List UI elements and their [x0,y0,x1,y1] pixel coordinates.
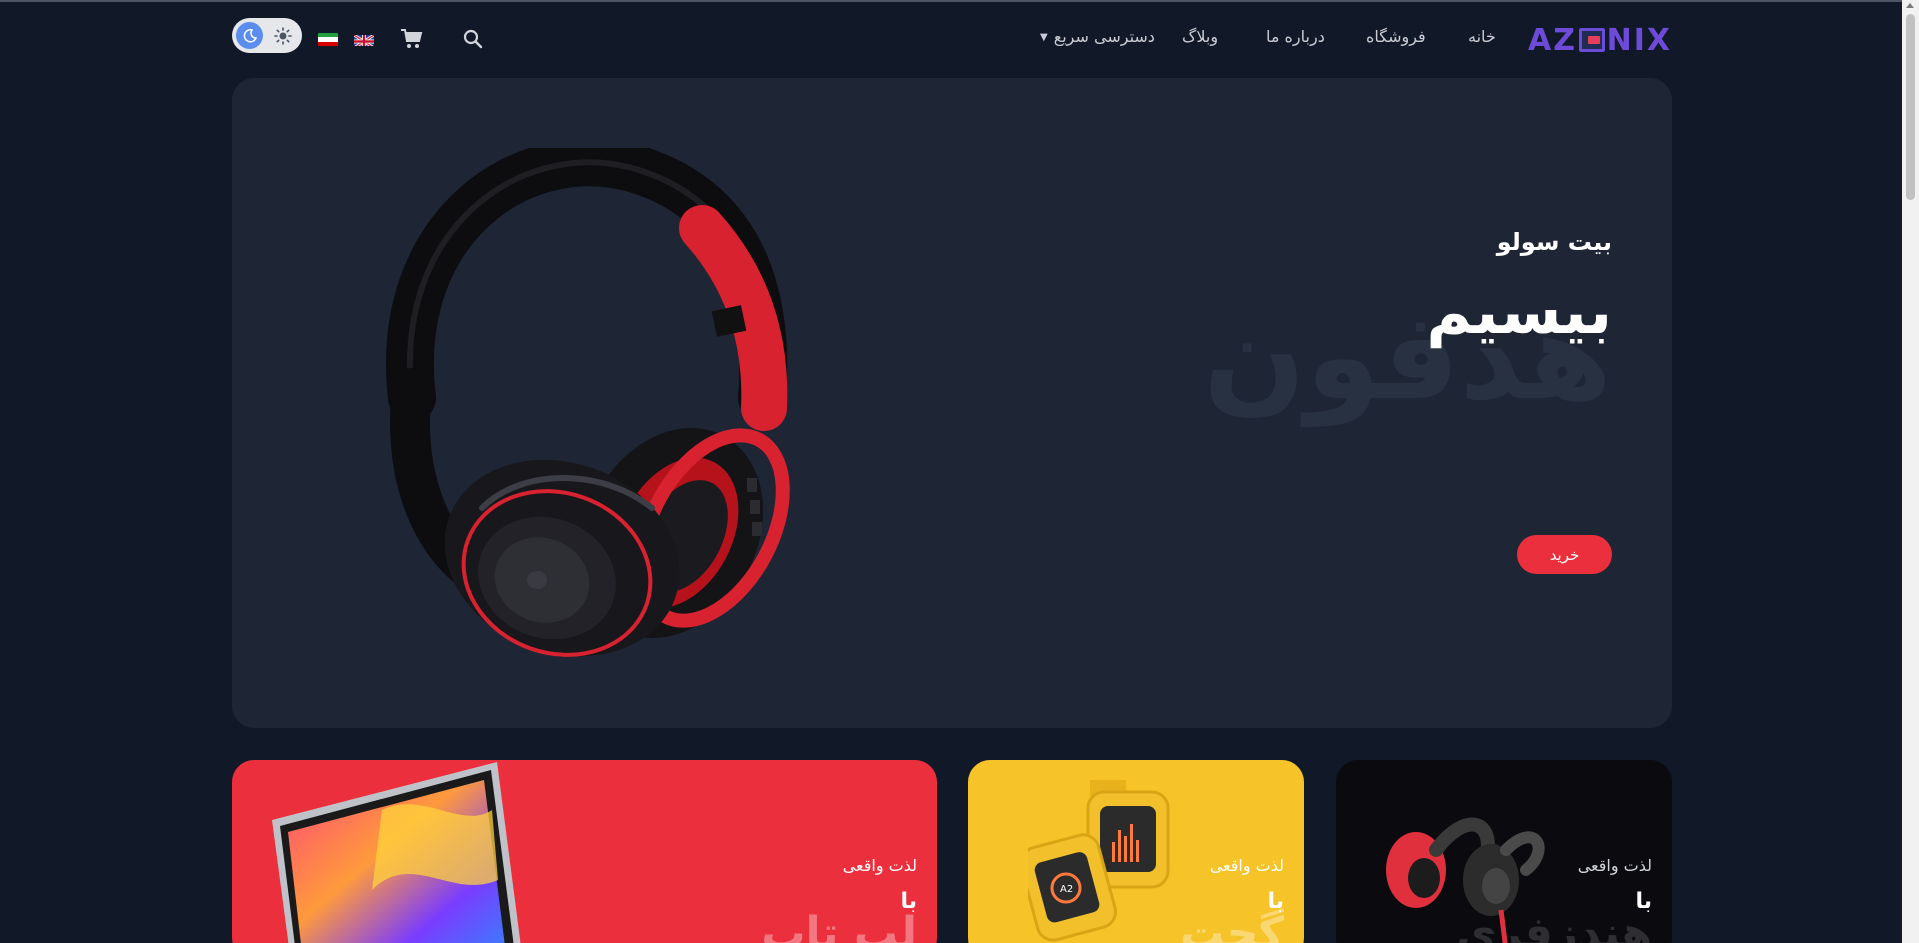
chevron-down-icon: ▼ [1040,32,1048,43]
sun-icon [274,27,292,45]
nav-quick-access[interactable]: دسترسی سریع ▼ [1040,27,1155,46]
scrollbar-thumb[interactable] [1906,14,1915,200]
promo-card-gadget[interactable]: A2 لذت واقعی با گجت [968,760,1304,943]
search-button[interactable] [462,28,484,50]
nav-quick-access-label: دسترسی سریع [1053,27,1155,46]
promo-card-laptop[interactable]: لذت واقعی با لپ تاپ [232,760,937,943]
card-ghost-text: لپ تاپ [761,908,917,943]
nav-about[interactable]: درباره ما [1266,27,1325,46]
buy-button[interactable]: خرید [1517,535,1612,574]
card-label: لذت واقعی [1577,856,1652,875]
nav-home[interactable]: خانه [1468,27,1496,46]
laptop-image [272,762,521,943]
cart-icon [401,29,423,48]
nav-shop[interactable]: فروشگاه [1366,27,1426,46]
site-header: AZ NIX خانه فروشگاه درباره ما وبلاگ دستر… [0,0,1900,78]
toggle-knob [236,22,263,49]
hero-text: بیت سولو بیسیم [1092,228,1612,346]
card-label: لذت واقعی [842,856,917,875]
card-ghost-text: هندزفری [1456,908,1652,943]
flag-uk-icon[interactable] [354,33,374,46]
theme-toggle[interactable] [232,18,302,53]
logo-text-start: AZ [1528,22,1577,58]
page-scrollbar[interactable] [1902,0,1919,943]
flag-iran-icon[interactable] [318,33,338,46]
logo-text-end: NIX [1606,22,1672,58]
promo-card-earbuds[interactable]: لذت واقعی با هندزفری [1336,760,1672,943]
search-icon [463,29,483,49]
card-label: لذت واقعی [1209,856,1284,875]
logo-mark-icon [1578,28,1605,52]
nav-blog[interactable]: وبلاگ [1182,27,1218,46]
hero-subtitle: بیت سولو [1496,228,1612,256]
hero-title: بیسیم [1426,275,1612,348]
card-text: لذت واقعی با [1578,856,1652,914]
card-text: لذت واقعی با [1210,856,1284,914]
cart-button[interactable] [400,28,424,50]
moon-icon [243,28,257,42]
card-ghost-text: گجت [1180,908,1284,943]
headphones-image [386,148,790,657]
scroll-up-arrow-icon[interactable] [1906,3,1914,8]
smartwatch-image: A2 [1028,780,1170,942]
hero-banner: هدفون بیت سولو بیسیم خرید [232,78,1672,728]
card-text: لذت واقعی با [843,856,917,914]
site-logo[interactable]: AZ NIX [1528,23,1672,58]
svg-text:A2: A2 [1060,884,1073,895]
